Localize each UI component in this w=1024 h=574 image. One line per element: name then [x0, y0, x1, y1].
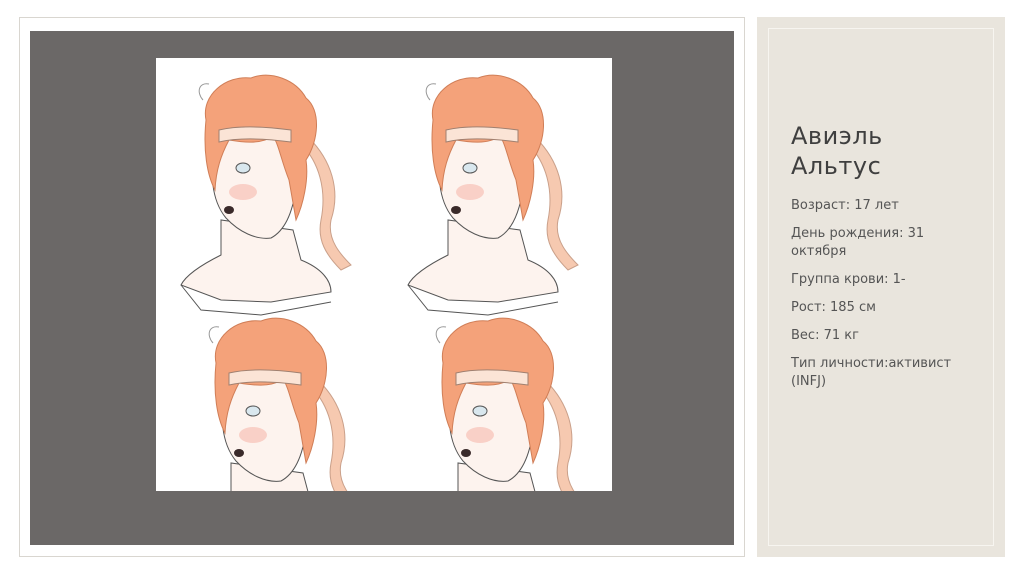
name-line-2: Альтус [791, 152, 882, 180]
detail-blood-type: Группа крови: 1- [791, 272, 906, 287]
character-artwork [156, 58, 612, 491]
detail-personality: Тип личности:активист (INFJ) [791, 356, 952, 389]
detail-age: Возраст: 17 лет [791, 198, 899, 213]
character-name: Авиэль Альтус [791, 121, 991, 181]
character-details: Возраст: 17 лет День рождения: 31 октябр… [791, 197, 981, 401]
detail-birthday: День рождения: 31 октября [791, 226, 925, 259]
info-panel: Авиэль Альтус Возраст: 17 лет День рожден… [757, 17, 1005, 557]
detail-weight: Вес: 71 кг [791, 328, 859, 343]
name-line-1: Авиэль [791, 122, 883, 150]
detail-height: Рост: 185 см [791, 300, 876, 315]
